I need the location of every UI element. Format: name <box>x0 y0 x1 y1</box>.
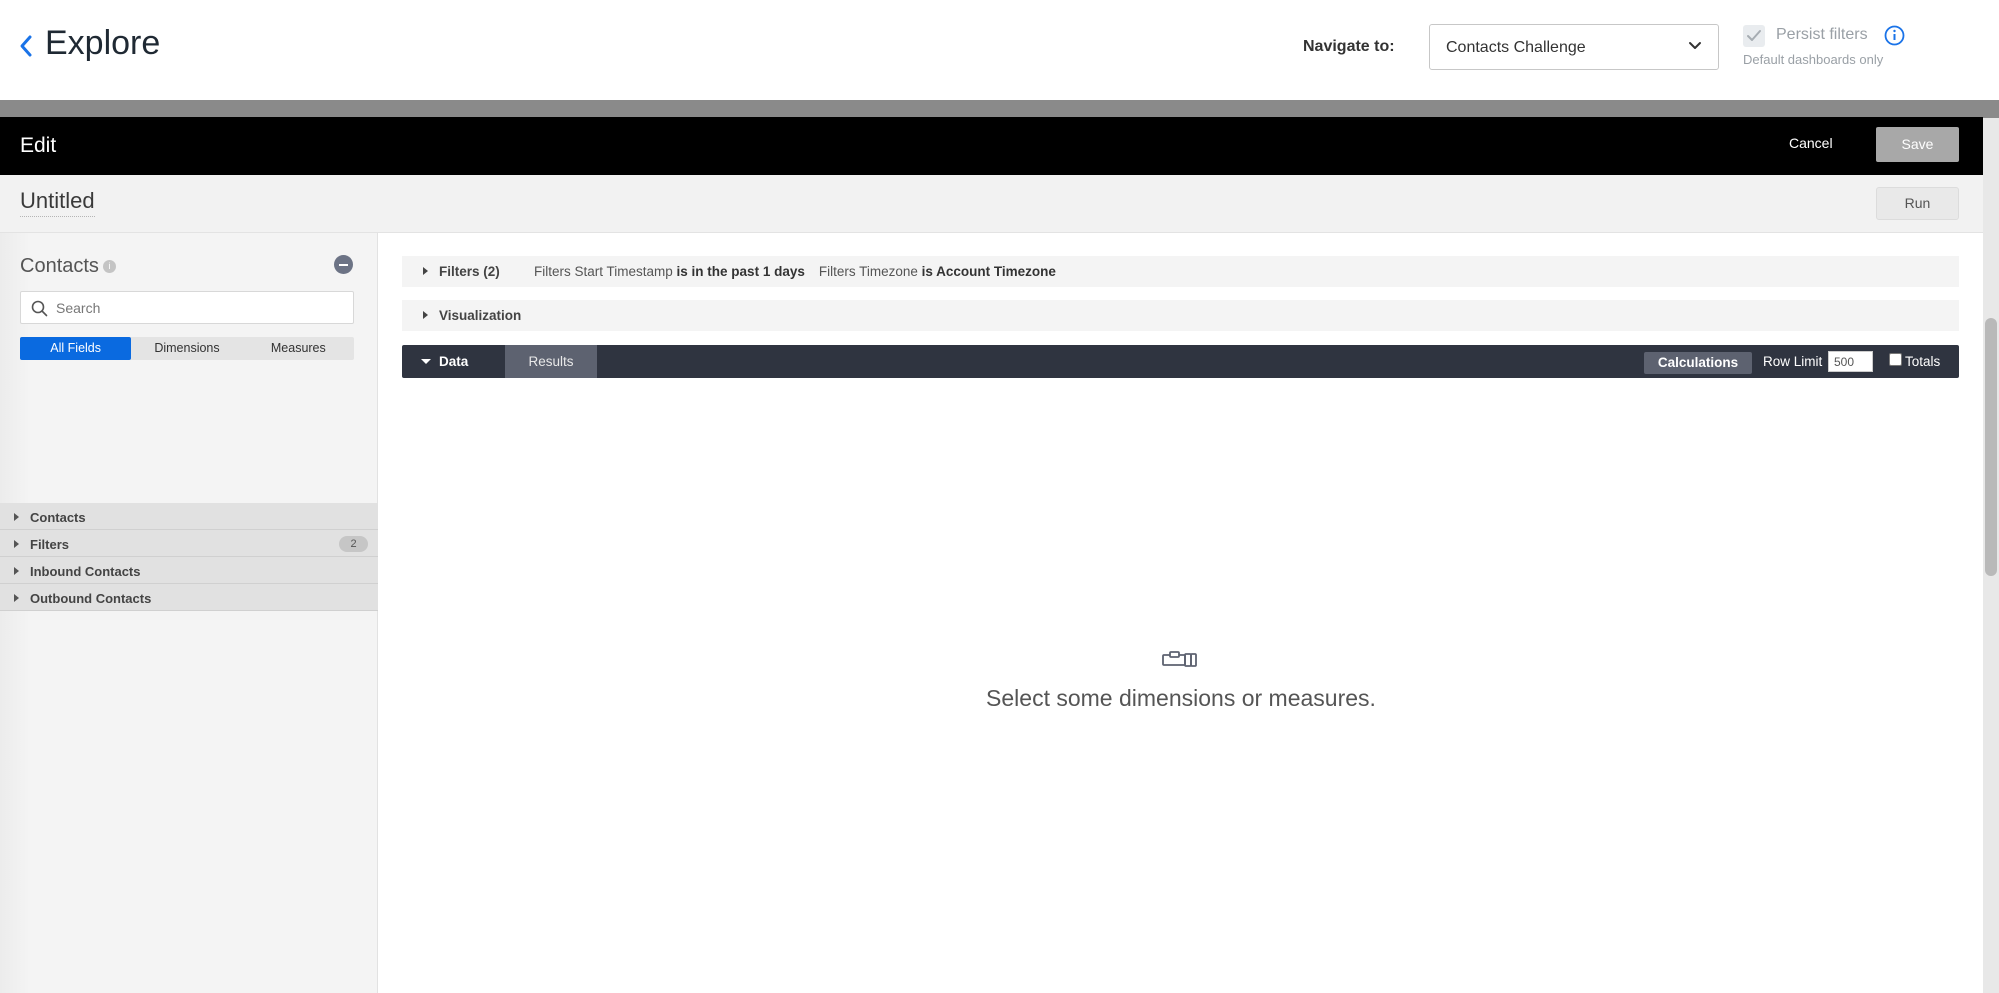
checkmark-icon <box>1747 30 1761 41</box>
tab-data[interactable]: Data <box>402 345 505 378</box>
tab-results-label: Results <box>528 354 574 369</box>
tab-results[interactable]: Results <box>505 345 597 378</box>
field-group-filters[interactable]: Filters 2 <box>0 530 378 557</box>
field-group-list: Contacts Filters 2 Inbound Contacts Outb… <box>0 503 378 611</box>
search-input[interactable] <box>56 298 346 318</box>
persist-filters-checkbox[interactable] <box>1743 25 1765 47</box>
search-icon <box>31 300 48 317</box>
tab-dimensions[interactable]: Dimensions <box>131 337 242 360</box>
caret-right-icon <box>14 513 19 521</box>
filters-title: Filters (2) <box>439 264 500 279</box>
query-main-area: Filters (2) Filters Start Timestamp is i… <box>379 233 1983 993</box>
top-header: Explore Navigate to: Contacts Challenge … <box>0 0 1999 100</box>
visualization-title: Visualization <box>439 308 522 323</box>
info-icon[interactable] <box>1884 25 1905 46</box>
run-button[interactable]: Run <box>1876 187 1959 220</box>
query-title-bar: Untitled Run <box>0 175 1983 233</box>
persist-filters-label: Persist filters <box>1776 26 1868 43</box>
navigate-dropdown[interactable]: Contacts Challenge <box>1429 24 1719 70</box>
binoculars-icon <box>1162 651 1197 667</box>
filter-condition: is in the past 1 days <box>676 264 805 279</box>
tab-data-label: Data <box>439 354 469 369</box>
field-group-label: Outbound Contacts <box>30 591 152 606</box>
save-button[interactable]: Save <box>1876 127 1959 162</box>
totals-checkbox[interactable] <box>1889 353 1902 366</box>
field-group-inbound-contacts[interactable]: Inbound Contacts <box>0 557 378 584</box>
collapse-field-picker-button[interactable] <box>334 255 353 274</box>
tab-measures[interactable]: Measures <box>243 337 354 360</box>
caret-down-icon <box>421 359 431 364</box>
tab-all-fields[interactable]: All Fields <box>20 337 132 360</box>
page-scrollbar-thumb[interactable] <box>1985 318 1997 576</box>
field-tabs: All Fields Dimensions Measures <box>20 337 354 360</box>
row-limit-input[interactable] <box>1828 351 1873 372</box>
navigate-label: Navigate to: <box>1303 38 1395 55</box>
field-group-label: Contacts <box>30 510 86 525</box>
explore-name-label: Contacts <box>20 255 99 277</box>
explore-name: Contacts i <box>20 255 116 278</box>
query-title[interactable]: Untitled <box>20 188 95 217</box>
empty-state-message: Select some dimensions or measures. <box>986 685 1376 711</box>
field-search[interactable] <box>20 291 354 324</box>
persist-filters-subtext: Default dashboards only <box>1743 52 1884 67</box>
data-section-bar: Data Results Calculations Row Limit Tota… <box>402 345 1959 378</box>
field-group-contacts[interactable]: Contacts <box>0 503 378 530</box>
caret-right-icon <box>423 311 428 319</box>
row-limit-label: Row Limit <box>1763 354 1823 369</box>
count-badge: 2 <box>339 536 368 552</box>
filter-condition: is Account Timezone <box>921 264 1056 279</box>
chevron-left-icon[interactable] <box>18 33 34 59</box>
caret-right-icon <box>423 267 428 275</box>
edit-modal: Edit Cancel Save Untitled Run Contacts i … <box>0 117 1983 993</box>
filter-field: Filters Start Timestamp <box>534 264 673 279</box>
chevron-down-icon <box>1689 42 1701 49</box>
caret-right-icon <box>14 567 19 575</box>
cancel-button[interactable]: Cancel <box>1789 135 1833 151</box>
calculations-button[interactable]: Calculations <box>1644 352 1752 374</box>
field-picker: Contactsi All Fields Dimensions Measures… <box>0 233 378 993</box>
caret-right-icon <box>14 540 19 548</box>
field-group-label: Filters <box>30 537 70 552</box>
navigate-dropdown-value: Contacts Challenge <box>1446 39 1586 56</box>
visualization-section-header[interactable]: Visualization <box>402 300 1959 331</box>
modal-header: Edit Cancel Save <box>0 117 1983 175</box>
filter-field: Filters Timezone <box>818 264 918 279</box>
totals-label: Totals <box>1905 354 1941 369</box>
field-group-outbound-contacts[interactable]: Outbound Contacts <box>0 584 378 611</box>
info-icon[interactable]: i <box>102 260 116 274</box>
field-group-label: Inbound Contacts <box>30 564 141 579</box>
page-title: Explore <box>45 24 161 62</box>
modal-title: Edit <box>20 134 57 157</box>
filters-summary: Filters Start Timestamp is in the past 1… <box>534 264 1056 279</box>
filters-section-header[interactable]: Filters (2) Filters Start Timestamp is i… <box>402 256 1959 287</box>
caret-right-icon <box>14 594 19 602</box>
